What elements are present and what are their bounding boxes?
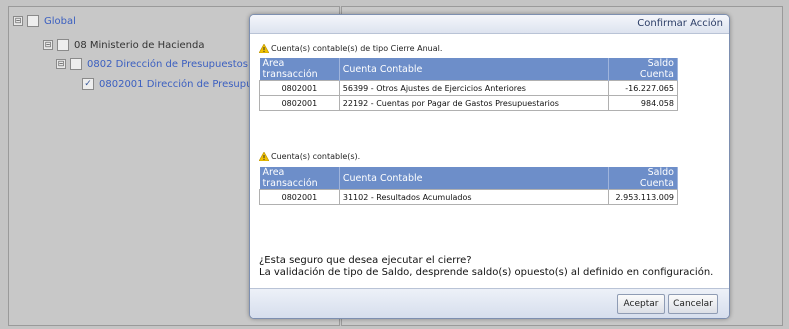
collapse-icon[interactable]: ⊟ bbox=[43, 40, 53, 50]
confirm-dialog: Confirmar Acción Cuenta(s) contable(s) d… bbox=[249, 14, 730, 319]
checkbox[interactable] bbox=[57, 39, 69, 51]
question-line-2: La validación de tipo de Saldo, desprend… bbox=[259, 267, 714, 278]
tree-node-label[interactable]: 0802 Dirección de Presupuestos bbox=[87, 59, 248, 70]
table-row[interactable]: 0802001 31102 - Resultados Acumulados 2.… bbox=[259, 189, 678, 205]
accept-button[interactable]: Aceptar bbox=[617, 294, 665, 314]
cancel-button[interactable]: Cancelar bbox=[668, 294, 718, 314]
cell-saldo: -16.227.065 bbox=[608, 80, 678, 96]
tree-node-label[interactable]: Global bbox=[44, 16, 76, 27]
table-row[interactable]: 0802001 22192 - Cuentas por Pagar de Gas… bbox=[259, 95, 678, 111]
section2-label-text: Cuenta(s) contable(s). bbox=[271, 152, 361, 161]
checkbox[interactable] bbox=[70, 58, 82, 70]
warning-icon bbox=[259, 44, 269, 53]
cell-saldo: 2.953.113.009 bbox=[608, 189, 678, 205]
cell-area: 0802001 bbox=[259, 95, 340, 111]
column-header[interactable]: Cuenta Contable bbox=[339, 167, 610, 190]
column-header[interactable]: Saldo Cuenta bbox=[608, 167, 678, 190]
dialog-title[interactable]: Confirmar Acción bbox=[250, 15, 729, 34]
confirmation-message: ¿Esta seguro que desea ejecutar el cierr… bbox=[259, 255, 713, 279]
column-header[interactable]: Saldo Cuenta bbox=[608, 58, 678, 81]
tree-node-direccion[interactable]: ⊟ 0802 Dirección de Presupuestos bbox=[56, 58, 248, 70]
cell-cuenta: 22192 - Cuentas por Pagar de Gastos Pres… bbox=[338, 95, 610, 111]
collapse-icon[interactable]: ⊟ bbox=[56, 59, 66, 69]
column-header[interactable]: Cuenta Contable bbox=[339, 58, 610, 81]
checkbox-checked[interactable]: ✓ bbox=[82, 78, 94, 90]
cell-saldo: 984.058 bbox=[608, 95, 678, 111]
dialog-footer: Aceptar Cancelar bbox=[250, 288, 729, 318]
section2-label: Cuenta(s) contable(s). bbox=[259, 152, 360, 161]
cell-cuenta: 56399 - Otros Ajustes de Ejercicios Ante… bbox=[338, 80, 610, 96]
collapse-icon[interactable]: ⊟ bbox=[13, 16, 23, 26]
warning-icon bbox=[259, 152, 269, 161]
section1-label-text: Cuenta(s) contable(s) de tipo Cierre Anu… bbox=[271, 44, 443, 53]
cell-area: 0802001 bbox=[259, 80, 340, 96]
tree-node-label[interactable]: 08 Ministerio de Hacienda bbox=[74, 40, 204, 51]
tree-node-global[interactable]: ⊟ Global bbox=[13, 15, 76, 27]
section1-label: Cuenta(s) contable(s) de tipo Cierre Anu… bbox=[259, 44, 442, 53]
column-header[interactable]: Área transacción bbox=[259, 58, 340, 81]
cuentas-table: Área transacción Cuenta Contable Saldo C… bbox=[259, 167, 678, 205]
question-line-1: ¿Esta seguro que desea ejecutar el cierr… bbox=[259, 255, 472, 266]
table-header: Área transacción Cuenta Contable Saldo C… bbox=[259, 58, 678, 81]
cell-area: 0802001 bbox=[259, 189, 340, 205]
table-header: Área transacción Cuenta Contable Saldo C… bbox=[259, 167, 678, 190]
cierre-anual-table: Área transacción Cuenta Contable Saldo C… bbox=[259, 58, 678, 111]
column-header[interactable]: Área transacción bbox=[259, 167, 340, 190]
table-row[interactable]: 0802001 56399 - Otros Ajustes de Ejercic… bbox=[259, 80, 678, 96]
checkbox[interactable] bbox=[27, 15, 39, 27]
tree-node-ministerio[interactable]: ⊟ 08 Ministerio de Hacienda bbox=[43, 39, 204, 51]
cell-cuenta: 31102 - Resultados Acumulados bbox=[338, 189, 610, 205]
